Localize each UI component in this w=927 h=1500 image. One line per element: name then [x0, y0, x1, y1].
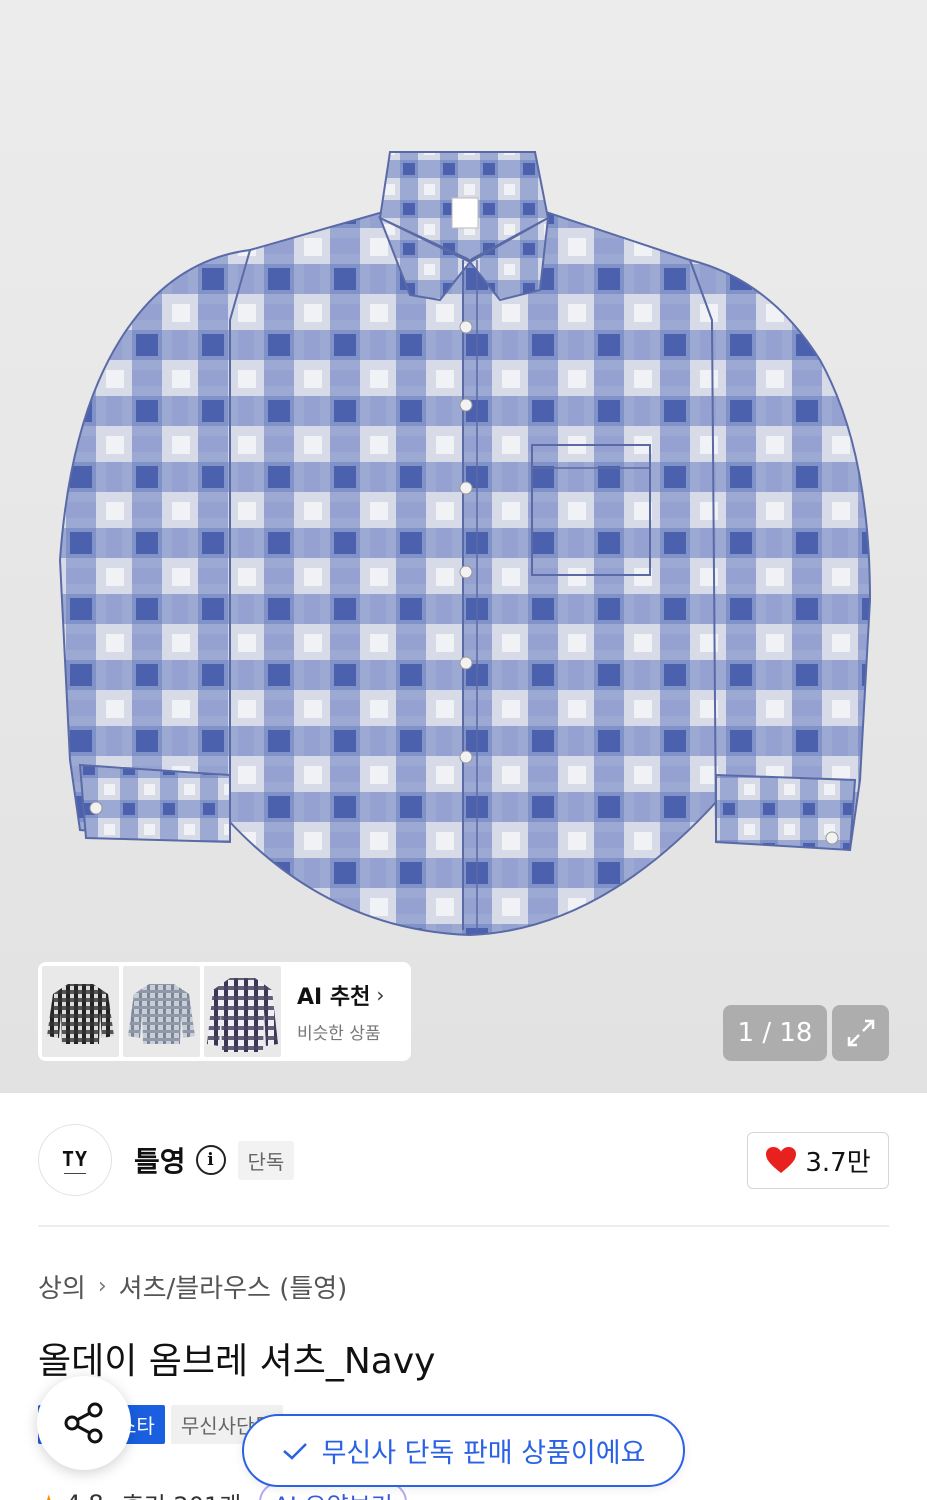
info-icon[interactable]: i [195, 1145, 226, 1175]
chevron-right-icon: › [97, 1274, 107, 1299]
like-count: 3.7만 [805, 1147, 871, 1178]
ai-recommend-label: AI 추천 [297, 985, 371, 1010]
brand-logo[interactable]: TY [38, 1124, 112, 1196]
image-counter: 1 / 18 [723, 1005, 827, 1061]
ai-recommend-card[interactable]: AI 추천 › 비슷한 상품 [38, 962, 411, 1061]
recommend-thumb-gray-check[interactable] [123, 966, 200, 1057]
logo-underline [64, 1172, 86, 1174]
shirt-image [58, 151, 872, 937]
review-count[interactable]: 후기 201개 [122, 1486, 242, 1500]
product-title: 올데이 옴브레 셔츠_Navy [38, 1341, 436, 1382]
exclusive-badge: 단독 [237, 1140, 295, 1180]
recommend-thumb-black-check[interactable] [42, 966, 119, 1057]
breadcrumb-item-top[interactable]: 상의 [38, 1268, 86, 1305]
rating-score: 4.8 [66, 1490, 104, 1500]
brand-logo-text: TY [61, 1146, 89, 1171]
breadcrumb: 상의 › 셔츠/블라우스 (틀영) [38, 1268, 347, 1305]
share-icon [64, 1402, 103, 1444]
divider [38, 1225, 889, 1227]
brand-name[interactable]: 틀영 [134, 1140, 186, 1180]
expand-button[interactable] [832, 1005, 889, 1061]
toast-message: 무신사 단독 판매 상품이에요 [321, 1438, 646, 1469]
like-button[interactable]: 3.7만 [747, 1131, 889, 1189]
brand-row: TY 틀영 i 단독 3.7만 [38, 1124, 889, 1196]
ai-recommend-title[interactable]: AI 추천 › [297, 979, 384, 1011]
product-image-gallery[interactable]: AI 추천 › 비슷한 상품 1 / 18 [0, 0, 927, 1093]
exclusive-toast: 무신사 단독 판매 상품이에요 [242, 1414, 685, 1487]
ai-recommend-subtitle: 비슷한 상품 [297, 1024, 381, 1044]
breadcrumb-item-shirts[interactable]: 셔츠/블라우스 (틀영) [119, 1268, 348, 1305]
recommend-thumb-navy-check[interactable] [204, 966, 281, 1057]
chevron-right-icon: › [376, 983, 385, 1007]
check-icon [282, 1442, 307, 1460]
share-button[interactable] [37, 1376, 131, 1470]
star-icon: ★ [38, 1490, 60, 1500]
heart-icon [766, 1147, 797, 1173]
expand-icon [847, 1019, 874, 1047]
